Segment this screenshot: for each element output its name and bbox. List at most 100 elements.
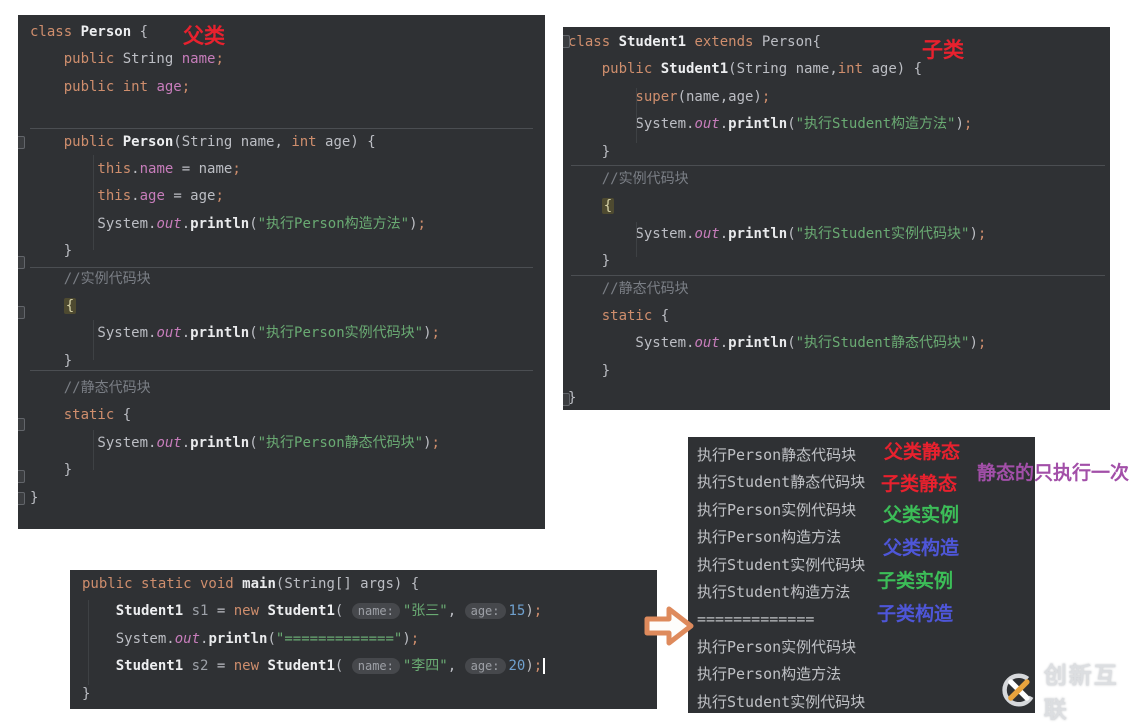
code-token: 执行Person静态代码块 xyxy=(697,446,857,464)
code-line: //实例代码块 xyxy=(30,266,545,293)
code-token: = name xyxy=(173,160,233,177)
code-token: out xyxy=(174,630,201,647)
code-token: ; xyxy=(963,116,973,133)
code-token: 执行Student静态代码块 xyxy=(697,473,866,492)
code-token: } xyxy=(30,352,73,369)
code-line: 执行Person实例代码块 xyxy=(697,634,1035,661)
code-token: //实例代码块 xyxy=(568,170,689,187)
code-token: Student1 xyxy=(267,658,335,675)
code-line: class Student1 extends Person{ xyxy=(568,29,1110,56)
code-line: public static void main(String[] args) { xyxy=(82,571,657,598)
person-class-editor-panel[interactable]: class Person { public String name; publi… xyxy=(18,15,545,529)
code-line: public String name; xyxy=(30,46,545,73)
code-line: public Person(String name, int age) { xyxy=(30,129,545,156)
code-token: . xyxy=(181,434,191,451)
indent-guide xyxy=(93,430,94,470)
code-token: s2 xyxy=(183,658,217,675)
code-token: println xyxy=(728,335,788,352)
code-line: } xyxy=(568,385,1110,410)
fold-marker-icon[interactable] xyxy=(18,418,25,431)
screenshot-root: { "colors": { "panel_bg": "#2f3134", "an… xyxy=(0,0,1133,722)
code-token: [] args) { xyxy=(334,576,420,592)
code-token: public xyxy=(30,133,123,150)
code-token: out xyxy=(156,215,182,232)
code-token: ; xyxy=(215,188,224,205)
code-line: 执行Person构造方法 xyxy=(697,661,1035,688)
code-line: } xyxy=(568,358,1110,385)
code-line: public Student1(String name,int age) { xyxy=(568,56,1110,83)
code-line: System.out.println("============="); xyxy=(82,626,657,653)
fold-marker-icon[interactable] xyxy=(563,35,570,48)
code-token: } xyxy=(568,253,611,270)
code-token: } xyxy=(82,685,91,702)
code-token: age) { xyxy=(863,61,923,78)
annotation-child-ctor: 子类构造 xyxy=(877,604,954,625)
code-token: = xyxy=(216,603,234,620)
fold-marker-icon[interactable] xyxy=(18,470,25,483)
code-token: "=============" xyxy=(275,630,403,647)
code-token: println xyxy=(190,325,250,342)
fold-marker-icon[interactable] xyxy=(18,256,25,269)
fold-marker-icon[interactable] xyxy=(18,136,25,149)
code-token: static xyxy=(30,407,123,424)
code-token: out xyxy=(156,325,182,342)
code-line: 执行Student实例代码块 xyxy=(697,552,1035,579)
code-token: { xyxy=(660,307,670,324)
student-class-editor-panel[interactable]: class Student1 extends Person{ public St… xyxy=(563,27,1110,410)
watermark-logo-icon xyxy=(1002,673,1036,707)
code-token: ( xyxy=(249,325,258,342)
code-token: ( xyxy=(249,215,258,232)
code-token: class xyxy=(30,24,81,40)
annotation-parent-class: 父类 xyxy=(183,25,225,48)
annotation-parent-static: 父类静态 xyxy=(884,442,961,463)
code-line: class Person { xyxy=(30,19,545,46)
code-token: ( xyxy=(334,658,352,675)
text-caret xyxy=(543,658,546,675)
method-separator xyxy=(571,275,1105,276)
code-token: 20 xyxy=(508,658,526,675)
code-token: 执行Person构造方法 xyxy=(697,665,842,684)
code-token: ) xyxy=(969,225,978,242)
annotation-static-runs-once: 静态的只执行一次 xyxy=(977,463,1130,484)
code-token: { xyxy=(601,198,615,215)
code-token: ( xyxy=(173,133,182,150)
code-token: super xyxy=(568,88,678,105)
code-token: ; xyxy=(431,325,440,342)
code-token: name, xyxy=(787,61,838,78)
code-token: ( xyxy=(787,225,796,242)
fold-marker-icon[interactable] xyxy=(18,492,25,505)
code-line: Student1 s2 = new Student1( name: "李四", a… xyxy=(82,653,657,680)
code-line: System.out.println("执行Person静态代码块"); xyxy=(30,430,545,457)
code-token: this xyxy=(30,188,132,205)
code-token: Person xyxy=(122,133,174,150)
main-method-editor-panel[interactable]: public static void main(String[] args) {… xyxy=(70,570,657,709)
method-separator xyxy=(30,267,533,268)
code-token: 15 xyxy=(508,603,526,620)
fold-marker-icon[interactable] xyxy=(18,306,25,319)
code-token: ( xyxy=(787,335,796,352)
code-token: { xyxy=(122,407,132,424)
code-token: String xyxy=(181,133,233,150)
code-token: . xyxy=(719,335,729,352)
indent-guide xyxy=(636,88,637,143)
code-line: System.out.println("执行Student构造方法"); xyxy=(568,111,1110,138)
code-token: out xyxy=(156,434,182,451)
annotation-parent-ctor: 父类构造 xyxy=(883,538,960,559)
arrow-right-icon xyxy=(644,606,694,646)
code-token: extends xyxy=(694,34,762,50)
code-token: . xyxy=(131,160,140,177)
code-token: Student1 xyxy=(618,34,695,50)
code-token: Student1 xyxy=(115,603,184,620)
code-token: //静态代码块 xyxy=(30,380,151,397)
code-token: ; xyxy=(181,78,191,95)
code-token: ) xyxy=(423,434,432,451)
code-token: ) xyxy=(525,603,534,620)
code-token: ) xyxy=(423,325,432,342)
code-token: println xyxy=(190,434,250,451)
code-token: ) xyxy=(409,215,418,232)
code-token: println xyxy=(728,225,788,242)
code-line: this.name = name; xyxy=(30,156,545,183)
fold-marker-icon[interactable] xyxy=(563,393,570,406)
code-line: //实例代码块 xyxy=(568,166,1110,193)
